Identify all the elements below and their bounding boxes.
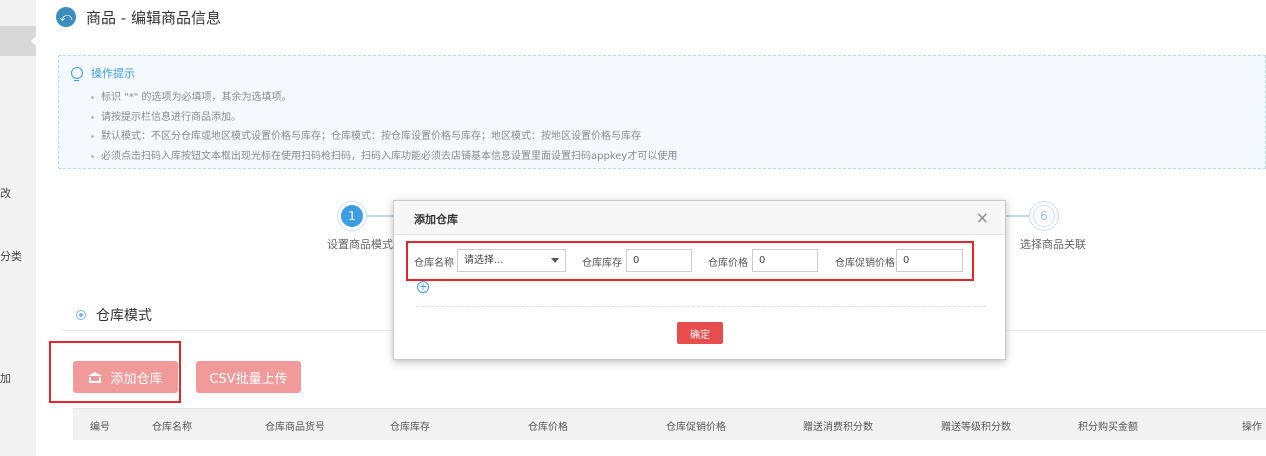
sidebar-item-fragment[interactable]: 加 — [0, 370, 11, 386]
stock-input[interactable]: 0 — [626, 249, 692, 272]
tips-heading-label: 操作提示 — [91, 67, 135, 80]
tips-heading: 操作提示 — [71, 65, 135, 81]
column-header: 赠送等级积分数 — [941, 422, 1011, 433]
column-header: 仓库商品货号 — [265, 422, 325, 433]
stock-label: 仓库库存 — [582, 258, 622, 269]
chevron-down-icon — [551, 258, 559, 263]
step-label: 选择商品关联 — [1020, 238, 1086, 251]
warehouse-name-label: 仓库名称 — [414, 258, 454, 269]
step-number: 6 — [1033, 205, 1055, 227]
column-header: 仓库促销价格 — [666, 422, 726, 433]
promo-price-label: 仓库促销价格 — [835, 258, 895, 269]
add-warehouse-label: 添加仓库 — [110, 371, 163, 387]
promo-price-input[interactable]: 0 — [896, 249, 963, 272]
step-1[interactable]: 1 — [337, 201, 367, 231]
page-title: 商品 - 编辑商品信息 — [86, 8, 221, 27]
column-header: 积分购买金额 — [1078, 422, 1138, 433]
csv-upload-button[interactable]: CSV批量上传 — [196, 361, 301, 393]
page-header: ⤺ 商品 - 编辑商品信息 — [56, 5, 221, 29]
left-sidebar: 改 分类 加 — [0, 0, 37, 456]
add-warehouse-button[interactable]: 添加仓库 — [73, 361, 178, 393]
confirm-button[interactable]: 确定 — [677, 322, 723, 344]
back-arrow-icon[interactable]: ⤺ — [56, 7, 76, 27]
tip-item: 请按提示栏信息进行商品添加。 — [91, 108, 677, 128]
tips-panel: 操作提示 标识 "*" 的选项为必填项，其余为选填项。 请按提示栏信息进行商品添… — [58, 55, 1266, 169]
tips-list: 标识 "*" 的选项为必填项，其余为选填项。 请按提示栏信息进行商品添加。 默认… — [91, 88, 677, 166]
radio-dot-icon[interactable] — [76, 310, 86, 320]
column-header: 仓库库存 — [390, 422, 430, 433]
column-header: 仓库名称 — [152, 422, 192, 433]
column-header: 仓库价格 — [528, 422, 568, 433]
add-row-icon[interactable]: + — [417, 281, 429, 293]
lightbulb-icon — [71, 67, 83, 81]
modal-header: 添加仓库 × — [394, 201, 1005, 235]
csv-upload-label: CSV批量上传 — [209, 371, 288, 387]
tip-item: 默认模式：不区分仓库或地区模式设置价格与库存；仓库模式：按仓库设置价格与库存；地… — [91, 127, 677, 147]
add-warehouse-modal: 添加仓库 × 仓库名称 请选择... 仓库库存 0 仓库价格 0 仓库促销价格 … — [393, 200, 1006, 360]
sidebar-selected-item[interactable] — [0, 26, 37, 56]
price-value: 0 — [759, 255, 766, 266]
warehouse-mode-section: 仓库模式 — [76, 305, 152, 325]
modal-divider — [416, 306, 986, 307]
modal-title: 添加仓库 — [414, 213, 458, 226]
warehouse-icon — [88, 371, 103, 383]
column-header: 赠送消费积分数 — [803, 422, 873, 433]
step-number: 1 — [341, 205, 363, 227]
price-label: 仓库价格 — [708, 258, 748, 269]
warehouse-form-row: 仓库名称 请选择... 仓库库存 0 仓库价格 0 仓库促销价格 0 — [414, 248, 979, 274]
step-label: 设置商品模式 — [327, 238, 393, 251]
promo-price-value: 0 — [903, 255, 910, 266]
warehouse-table-header: 编号 仓库名称 仓库商品货号 仓库库存 仓库价格 仓库促销价格 赠送消费积分数 … — [73, 408, 1266, 440]
close-icon[interactable]: × — [976, 208, 989, 227]
sidebar-item-fragment[interactable]: 分类 — [0, 248, 22, 264]
tip-item: 必须点击扫码入库按钮文本框出现光标在使用扫码枪扫码，扫码入库功能必须去店铺基本信… — [91, 147, 677, 167]
price-input[interactable]: 0 — [752, 249, 818, 272]
column-header: 编号 — [90, 422, 110, 433]
sidebar-item-fragment[interactable]: 改 — [0, 185, 11, 201]
section-title: 仓库模式 — [96, 308, 152, 324]
step-6[interactable]: 6 — [1029, 201, 1059, 231]
stock-value: 0 — [633, 255, 640, 266]
warehouse-name-value: 请选择... — [464, 255, 504, 266]
tip-item: 标识 "*" 的选项为必填项，其余为选填项。 — [91, 88, 677, 108]
warehouse-name-select[interactable]: 请选择... — [457, 249, 566, 272]
column-header: 操作 — [1242, 422, 1262, 433]
